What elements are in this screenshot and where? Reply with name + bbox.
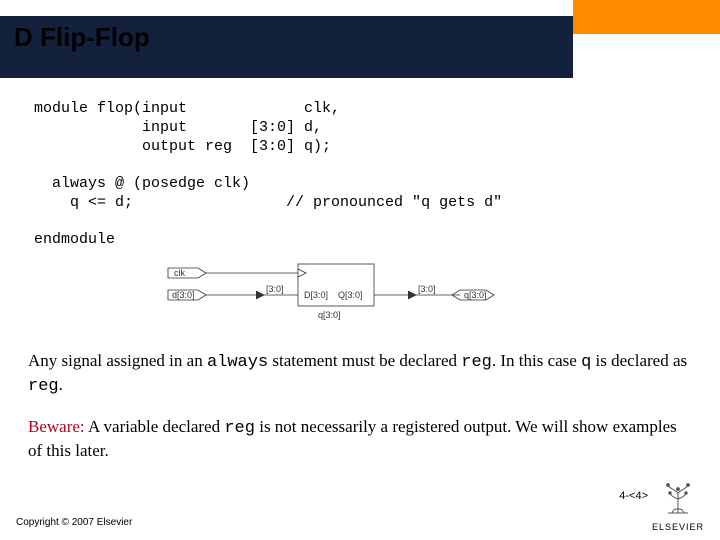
paragraph-beware: Beware: A variable declared reg is not n… — [28, 416, 692, 462]
slide-number: 4-<4> — [619, 490, 648, 502]
pin-q: Q[3:0] — [338, 290, 363, 300]
port-q-label: q[3:0] — [464, 290, 487, 300]
elsevier-logo: ELSEVIER — [652, 479, 704, 532]
net-label: q[3:0] — [318, 310, 341, 320]
port-d-label: d[3:0] — [172, 290, 195, 300]
header-accent-orange — [573, 0, 720, 34]
slide-header: D Flip-Flop — [0, 0, 720, 78]
port-clk-label: clk — [174, 268, 185, 278]
paragraph-always-reg: Any signal assigned in an always stateme… — [28, 350, 692, 398]
bus-label-in: [3:0] — [266, 284, 284, 294]
slide-title: D Flip-Flop — [14, 22, 150, 53]
beware-label: Beware: — [28, 417, 85, 436]
copyright-text: Copyright © 2007 Elsevier — [16, 517, 132, 528]
bus-label-out: [3:0] — [418, 284, 436, 294]
verilog-code: module flop(input clk, input [3:0] d, ou… — [34, 100, 502, 250]
elsevier-tree-icon — [660, 479, 696, 515]
pin-d: D[3:0] — [304, 290, 328, 300]
elsevier-logo-text: ELSEVIER — [652, 522, 704, 532]
flop-schematic: clk d[3:0] [3:0] D[3:0] Q[3:0] [3:0] q[3… — [160, 260, 500, 322]
